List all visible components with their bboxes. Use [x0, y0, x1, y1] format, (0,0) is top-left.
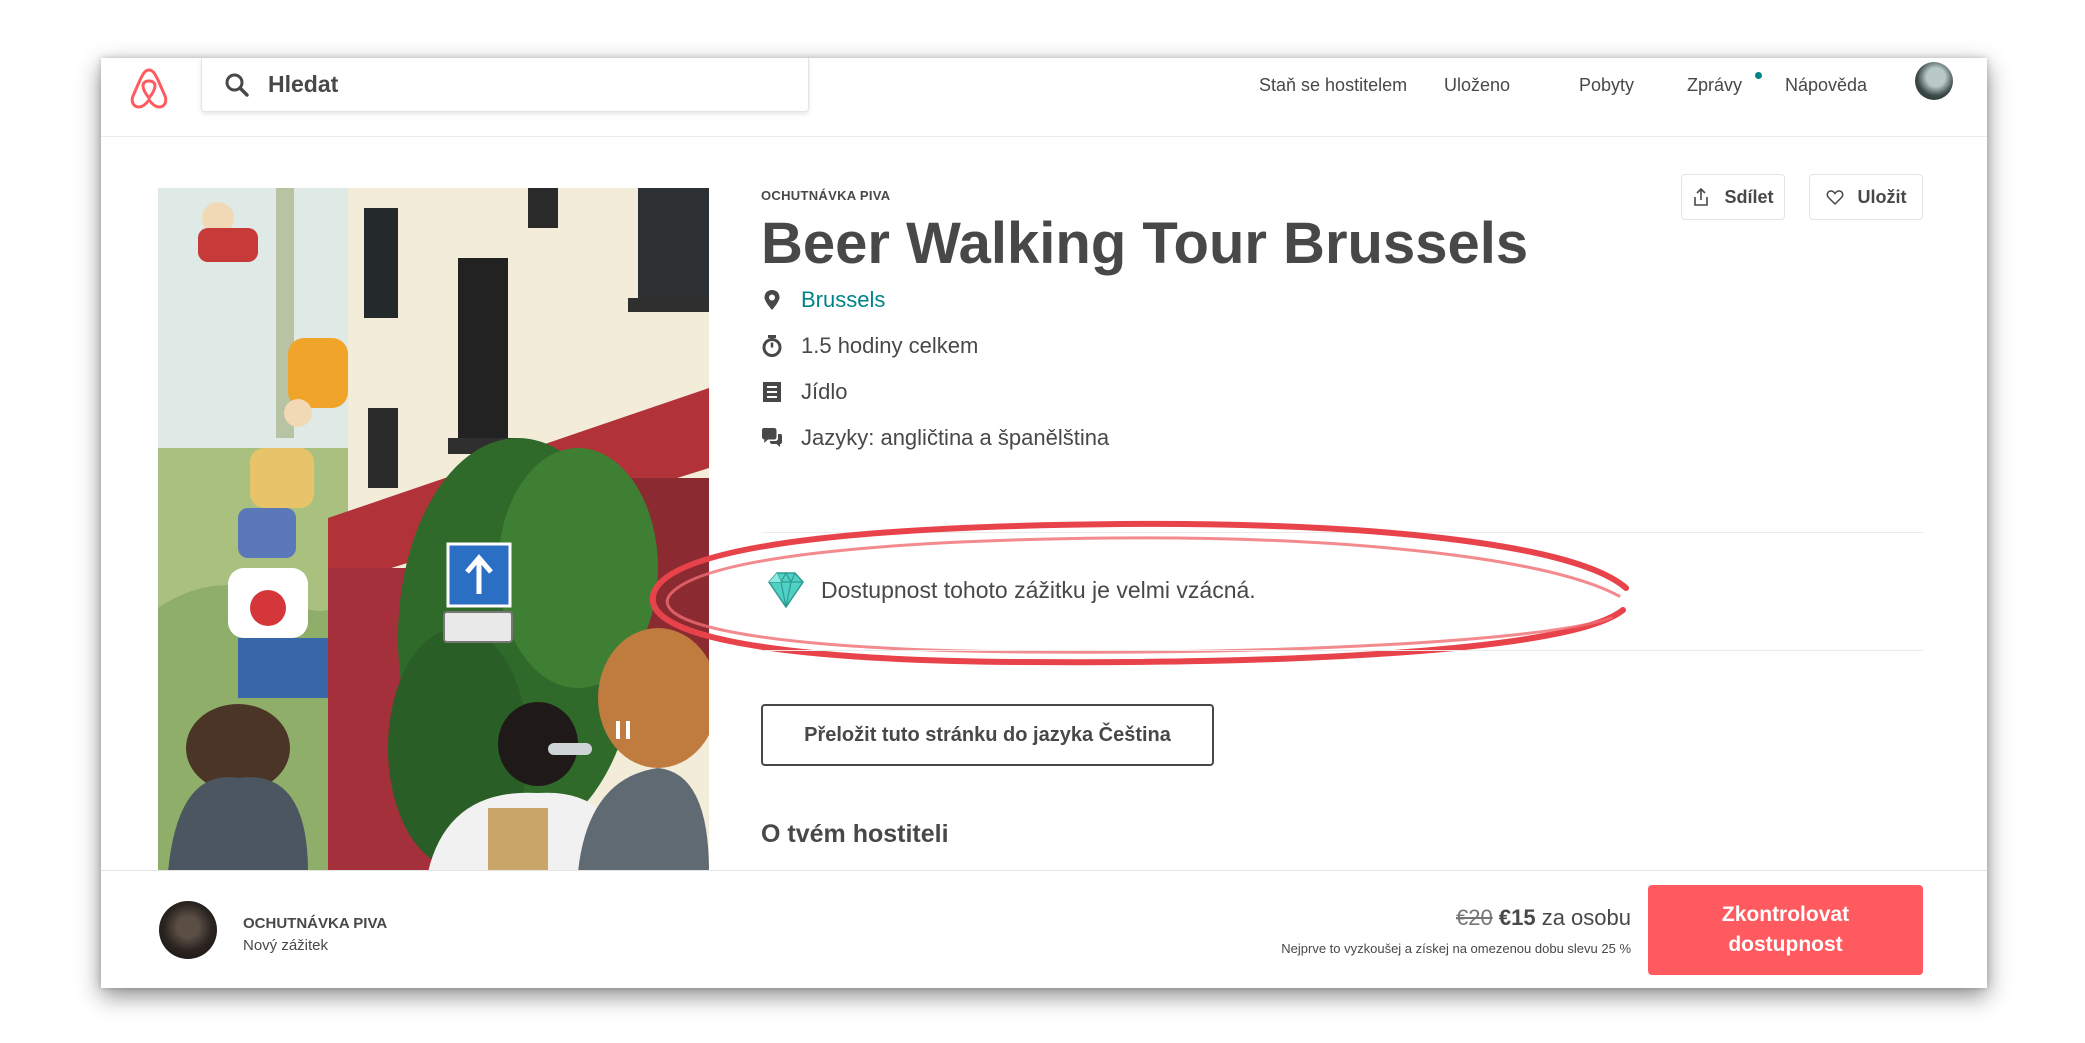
- languages-text: Jazyky: angličtina a španělština: [801, 425, 1110, 450]
- nav-stays[interactable]: Pobyty: [1579, 70, 1634, 100]
- page-title: Beer Walking Tour Brussels: [761, 211, 1529, 276]
- nav-saved[interactable]: Uloženo: [1444, 70, 1510, 100]
- airbnb-logo[interactable]: [127, 64, 171, 112]
- pause-icon[interactable]: [616, 721, 630, 739]
- share-icon: [1694, 188, 1709, 206]
- food-text: Jídlo: [801, 379, 848, 404]
- price-discounted: €15: [1498, 905, 1536, 930]
- duration-row: 1.5 hodiny celkem: [761, 330, 978, 362]
- heart-icon: [1826, 190, 1843, 206]
- diamond-icon: [768, 571, 804, 609]
- host-avatar[interactable]: [159, 901, 217, 959]
- duration-text: 1.5 hodiny celkem: [801, 333, 979, 358]
- food-row: Jídlo: [761, 376, 847, 408]
- price-unit: za osobu: [1541, 905, 1631, 930]
- search-bar[interactable]: [201, 58, 809, 112]
- footer-subtitle: Nový zážitek: [243, 937, 329, 954]
- search-icon: [225, 73, 249, 97]
- price: €20 €15 za osobu: [1456, 905, 1631, 931]
- top-navigation: Staň se hostitelem Uloženo Pobyty Zprávy…: [101, 58, 1987, 137]
- footer-category: OCHUTNÁVKA PIVA: [243, 915, 388, 932]
- save-label: Uložit: [1857, 186, 1907, 207]
- search-input[interactable]: [266, 70, 770, 99]
- browser-page: Staň se hostitelem Uloženo Pobyty Zprávy…: [101, 58, 1987, 988]
- rarity-notice: Dostupnost tohoto zážitku je velmi vzácn…: [765, 568, 1256, 612]
- host-section-heading: O tvém hostiteli: [761, 820, 949, 848]
- location-row: Brussels: [761, 284, 885, 316]
- location-link[interactable]: Brussels: [801, 287, 885, 313]
- save-button[interactable]: Uložit: [1809, 174, 1923, 220]
- divider: [761, 532, 1923, 533]
- check-availability-button[interactable]: Zkontrolovat dostupnost: [1648, 885, 1923, 975]
- nav-messages[interactable]: Zprávy: [1687, 70, 1742, 100]
- user-avatar[interactable]: [1915, 62, 1953, 100]
- food-menu-icon: [763, 382, 781, 402]
- discount-note: Nejprve to vyzkoušej a získej na omezeno…: [1281, 941, 1631, 956]
- languages-row: Jazyky: angličtina a španělština: [761, 422, 1109, 454]
- divider: [761, 650, 1923, 651]
- translate-page-button[interactable]: Přeložit tuto stránku do jazyka Čeština: [761, 704, 1214, 766]
- message-notification-dot: [1755, 72, 1762, 79]
- nav-help[interactable]: Nápověda: [1785, 70, 1867, 100]
- speech-bubbles-icon: [762, 428, 782, 447]
- location-pin-icon: [764, 290, 780, 310]
- timer-icon: [762, 335, 782, 357]
- experience-photo[interactable]: [158, 188, 709, 872]
- rarity-text: Dostupnost tohoto zážitku je velmi vzácn…: [821, 576, 1256, 603]
- nav-become-host[interactable]: Staň se hostitelem: [1259, 70, 1407, 100]
- price-original: €20: [1456, 905, 1493, 930]
- share-button[interactable]: Sdílet: [1681, 174, 1785, 220]
- share-label: Sdílet: [1724, 186, 1774, 207]
- experience-category: OCHUTNÁVKA PIVA: [761, 188, 891, 203]
- booking-bar: OCHUTNÁVKA PIVA Nový zážitek €20 €15 za …: [101, 870, 1987, 988]
